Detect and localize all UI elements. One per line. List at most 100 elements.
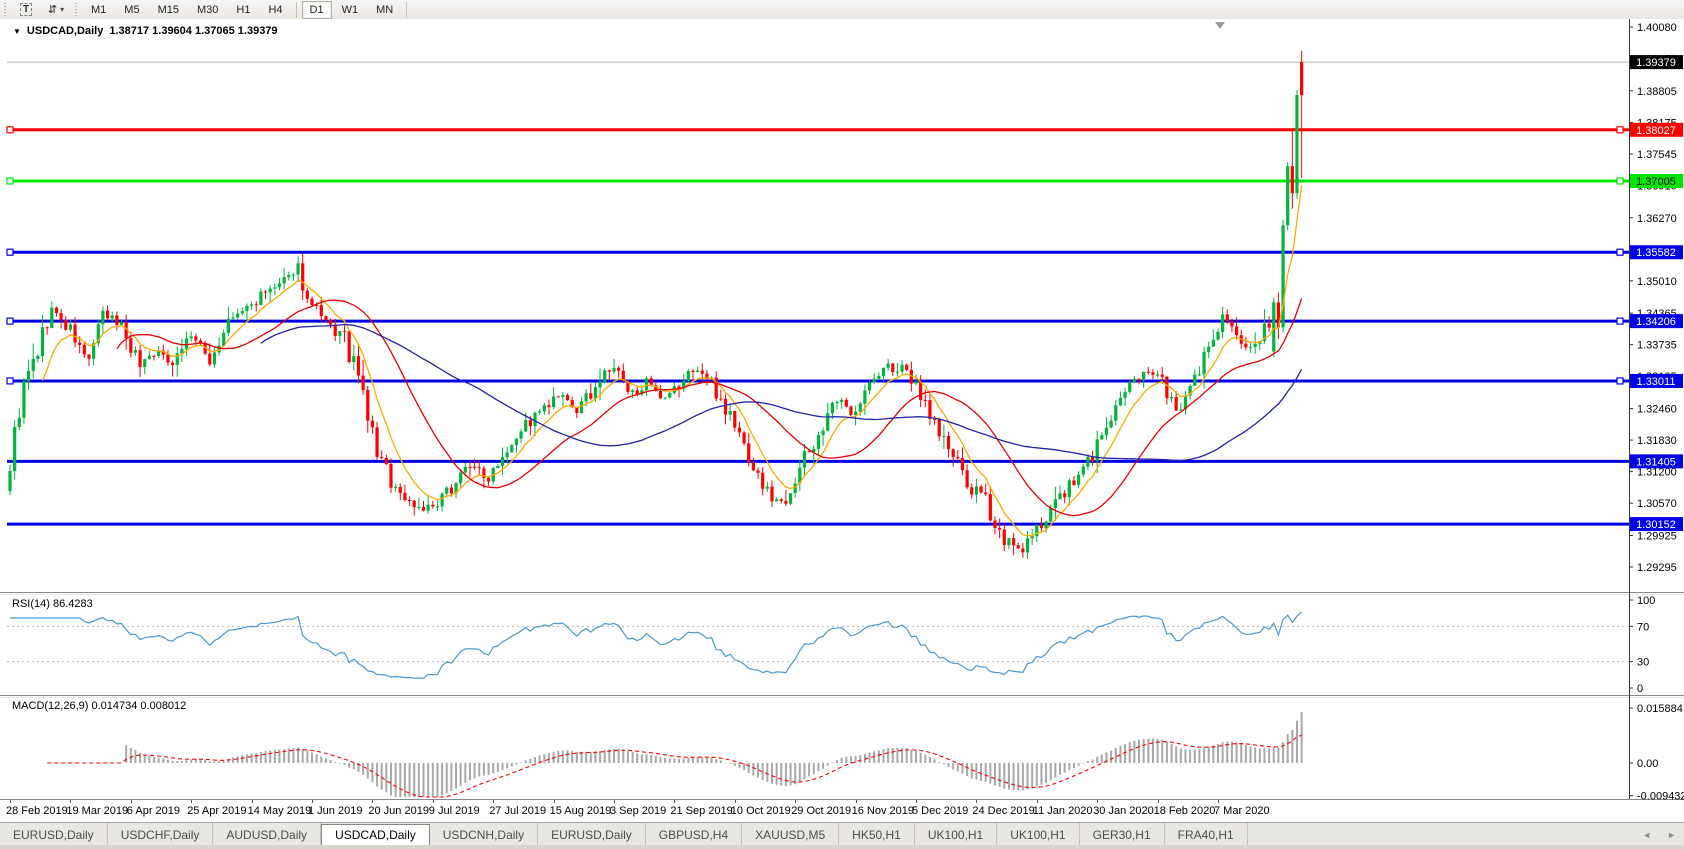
chart-tab-fra40-h1[interactable]: FRA40,H1 (1165, 823, 1248, 846)
mt4-terminal: { "toolbar": { "tools": [ {"name": "text… (0, 0, 1684, 849)
date-tick (976, 800, 977, 803)
date-tick (1037, 800, 1038, 803)
timeframe-button-h1[interactable]: H1 (228, 1, 258, 19)
tab-scroll-right-icon[interactable]: ► (1659, 823, 1684, 846)
date-tick (1097, 800, 1098, 803)
svg-text:1.35010: 1.35010 (1637, 276, 1677, 288)
svg-text:1.36270: 1.36270 (1637, 213, 1677, 225)
svg-text:1.33735: 1.33735 (1637, 340, 1677, 352)
date-label: 3 Sep 2019 (610, 805, 666, 817)
date-label: 9 Jul 2019 (429, 805, 480, 817)
svg-text:1.37545: 1.37545 (1637, 149, 1677, 161)
date-tick (433, 800, 434, 803)
text-label-tool-button[interactable]: T (12, 1, 40, 19)
chart-tab-usdcad-daily[interactable]: USDCAD,Daily (321, 824, 430, 846)
date-tick (70, 800, 71, 803)
date-tick (674, 800, 675, 803)
svg-text:1.29925: 1.29925 (1637, 530, 1677, 542)
date-tick (554, 800, 555, 803)
date-tick (131, 800, 132, 803)
chart-tab-bar: EURUSD,DailyUSDCHF,DailyAUDUSD,DailyUSDC… (0, 822, 1684, 846)
timeframe-button-m15[interactable]: M15 (150, 1, 187, 19)
svg-text:1.35582: 1.35582 (1636, 247, 1676, 259)
svg-text:1.31405: 1.31405 (1636, 456, 1676, 468)
chart-tab-usdcnh-daily[interactable]: USDCNH,Daily (430, 823, 538, 846)
date-label: 21 Sep 2019 (670, 805, 732, 817)
timeframe-button-m1[interactable]: M1 (83, 1, 114, 19)
price-level-badge: 1.30152 (1630, 517, 1683, 531)
date-tick (1158, 800, 1159, 803)
date-tick (312, 800, 313, 803)
macd-indicator-label: MACD(12,26,9) 0.014734 0.008012 (12, 700, 186, 712)
date-tick (795, 800, 796, 803)
svg-text:1.39379: 1.39379 (1636, 57, 1676, 69)
toolbar-grip (74, 3, 79, 17)
bottom-strip (0, 845, 1684, 849)
price-level-badge: 1.35582 (1630, 245, 1683, 259)
chart-dropdown-icon[interactable]: ▼ (13, 27, 21, 36)
chart-tab-eurusd-daily[interactable]: EURUSD,Daily (0, 823, 108, 846)
svg-text:1.37005: 1.37005 (1636, 176, 1676, 188)
date-tick (735, 800, 736, 803)
svg-text:1.31830: 1.31830 (1637, 435, 1677, 447)
svg-text:100: 100 (1637, 595, 1655, 607)
arrange-icon: ⇵ (48, 3, 57, 16)
date-tick (493, 800, 494, 803)
date-label: 14 May 2019 (248, 805, 312, 817)
chart-symbol-period: USDCAD,Daily (27, 25, 103, 37)
chart-tab-uk100-h1[interactable]: UK100,H1 (915, 823, 997, 846)
toolbar-grip (3, 3, 8, 17)
date-tick (614, 800, 615, 803)
date-axis[interactable]: 28 Feb 201919 Mar 20196 Apr 201925 Apr 2… (0, 800, 1684, 822)
svg-text:1.40080: 1.40080 (1637, 22, 1677, 34)
tab-scroll-left-icon[interactable]: ◄ (1634, 823, 1659, 846)
date-tick (916, 800, 917, 803)
svg-text:1.38805: 1.38805 (1637, 86, 1677, 98)
date-label: 7 Mar 2020 (1214, 805, 1270, 817)
chart-tab-xauusd-m5[interactable]: XAUUSD,M5 (742, 823, 839, 846)
price-level-badge: 1.34206 (1630, 314, 1683, 328)
svg-text:0.015884: 0.015884 (1637, 703, 1683, 715)
date-label: 29 Oct 2019 (791, 805, 851, 817)
price-level-badge: 1.31405 (1630, 454, 1683, 468)
svg-text:0.00: 0.00 (1637, 758, 1658, 770)
timeframe-button-m5[interactable]: M5 (116, 1, 147, 19)
timeframe-group: M1M5M15M30H1H4 D1W1MN (82, 1, 402, 19)
svg-text:0: 0 (1637, 683, 1643, 695)
date-label: 1 Jun 2019 (308, 805, 362, 817)
date-tick (10, 800, 11, 803)
chart-ohlc-values: 1.38717 1.39604 1.37065 1.39379 (109, 25, 277, 37)
svg-text:1.29295: 1.29295 (1637, 562, 1677, 574)
svg-text:1.38027: 1.38027 (1636, 125, 1676, 137)
tabbar-spacer (1248, 823, 1634, 846)
date-tick (856, 800, 857, 803)
timeframe-button-d1[interactable]: D1 (302, 1, 332, 19)
chart-title: ▼ USDCAD,Daily 1.38717 1.39604 1.37065 1… (13, 25, 278, 37)
timeframe-button-h4[interactable]: H4 (260, 1, 290, 19)
svg-text:1.34206: 1.34206 (1636, 316, 1676, 328)
chart-tab-audusd-daily[interactable]: AUDUSD,Daily (213, 823, 321, 846)
svg-text:-0.009432: -0.009432 (1637, 791, 1684, 800)
arrange-tool-button[interactable]: ⇵▾ (42, 1, 70, 19)
chevron-down-icon: ▾ (60, 5, 64, 14)
main-toolbar: T ⇵▾ M1M5M15M30H1H4 D1W1MN (0, 0, 1684, 20)
text-tool-icon: T (20, 3, 32, 16)
date-label: 18 Feb 2020 (1154, 805, 1216, 817)
price-level-badge: 1.38027 (1630, 123, 1683, 137)
chart-tab-usdchf-daily[interactable]: USDCHF,Daily (108, 823, 214, 846)
date-label: 25 Apr 2019 (187, 805, 246, 817)
timeframe-button-mn[interactable]: MN (368, 1, 401, 19)
chart-tab-eurusd-daily[interactable]: EURUSD,Daily (538, 823, 646, 846)
chart-tab-gbpusd-h4[interactable]: GBPUSD,H4 (646, 823, 742, 846)
chart-tab-ger30-h1[interactable]: GER30,H1 (1080, 823, 1165, 846)
price-level-badge: 1.33011 (1630, 374, 1683, 388)
timeframe-button-m30[interactable]: M30 (189, 1, 226, 19)
rsi-indicator-label: RSI(14) 86.4283 (12, 598, 93, 610)
date-label: 28 Feb 2019 (6, 805, 68, 817)
toolbar-separator (406, 2, 407, 18)
svg-text:1.31200: 1.31200 (1637, 467, 1677, 479)
chart-tab-uk100-h1[interactable]: UK100,H1 (997, 823, 1079, 846)
timeframe-button-w1[interactable]: W1 (334, 1, 367, 19)
chart-tab-hk50-h1[interactable]: HK50,H1 (839, 823, 915, 846)
chart-plot-area[interactable]: 1.400801.394501.388051.381751.375451.369… (0, 19, 1684, 800)
